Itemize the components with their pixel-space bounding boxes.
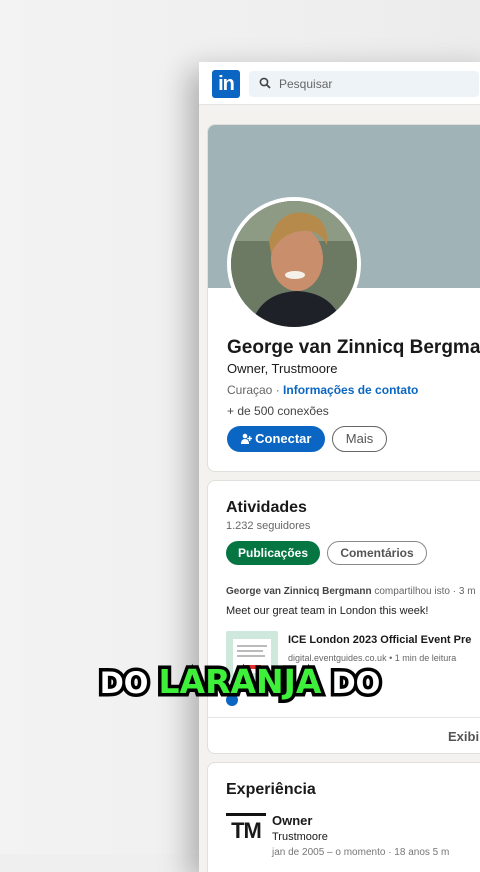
location-text: Curaçao <box>227 383 273 397</box>
post-author[interactable]: George van Zinnicq Bergmann <box>226 586 372 597</box>
followers-count: 1.232 seguidores <box>226 520 311 532</box>
profile-photo <box>231 201 357 327</box>
show-all-activity-button[interactable]: Exibir <box>448 729 480 744</box>
job-role: Owner <box>272 813 313 828</box>
tab-comments[interactable]: Comentários <box>327 541 427 565</box>
search-bar[interactable]: Pesquisar <box>249 71 479 97</box>
linkedin-page: in Pesquisar George van Zinnicq Bergmann… <box>199 62 480 872</box>
thumbnail-line <box>237 645 267 647</box>
caption-word: DO <box>96 663 159 704</box>
search-icon <box>259 77 271 89</box>
divider <box>208 717 480 718</box>
profile-name: George van Zinnicq Bergmann <box>227 337 480 358</box>
job-dates: jan de 2005 – o momento · 18 anos 5 m <box>272 847 450 858</box>
connections-count[interactable]: + de 500 conexões <box>227 404 329 418</box>
caption-highlight-word: LARANJA <box>155 659 325 705</box>
avatar[interactable] <box>227 197 361 331</box>
profile-card: George van Zinnicq Bergmann Owner, Trust… <box>207 124 480 472</box>
post-text: Meet our great team in London this week! <box>226 605 429 617</box>
activity-card: Atividades 1.232 seguidores Publicações … <box>207 480 480 754</box>
more-button[interactable]: Mais <box>332 426 387 452</box>
experience-title: Experiência <box>226 781 316 798</box>
thumbnail-line <box>237 650 263 652</box>
profile-headline: Owner, Trustmoore <box>227 361 338 376</box>
connect-button[interactable]: Conectar <box>227 426 325 452</box>
location-separator: · <box>272 383 284 397</box>
search-placeholder: Pesquisar <box>279 77 333 91</box>
company-name: Trustmoore <box>272 831 328 843</box>
linkedin-logo[interactable]: in <box>212 70 240 98</box>
add-person-icon <box>240 433 252 444</box>
contact-info-link[interactable]: Informações de contato <box>283 383 418 397</box>
activity-title: Atividades <box>226 499 307 516</box>
video-caption: DO LARANJA DO <box>0 659 480 705</box>
link-title[interactable]: ICE London 2023 Official Event Pre <box>288 634 471 646</box>
top-navigation-bar: in Pesquisar <box>199 62 480 105</box>
post-action: compartilhou isto · 3 m <box>371 586 476 597</box>
post-meta: George van Zinnicq Bergmann compartilhou… <box>226 586 476 597</box>
thumbnail-line <box>237 655 265 657</box>
tab-posts[interactable]: Publicações <box>226 541 320 565</box>
connect-label: Conectar <box>255 431 312 446</box>
caption-word: DO <box>321 663 384 704</box>
experience-card: Experiência TM Owner Trustmoore jan de 2… <box>207 762 480 872</box>
company-logo[interactable]: TM <box>226 813 266 846</box>
location-line: Curaçao · Informações de contato <box>227 383 418 397</box>
